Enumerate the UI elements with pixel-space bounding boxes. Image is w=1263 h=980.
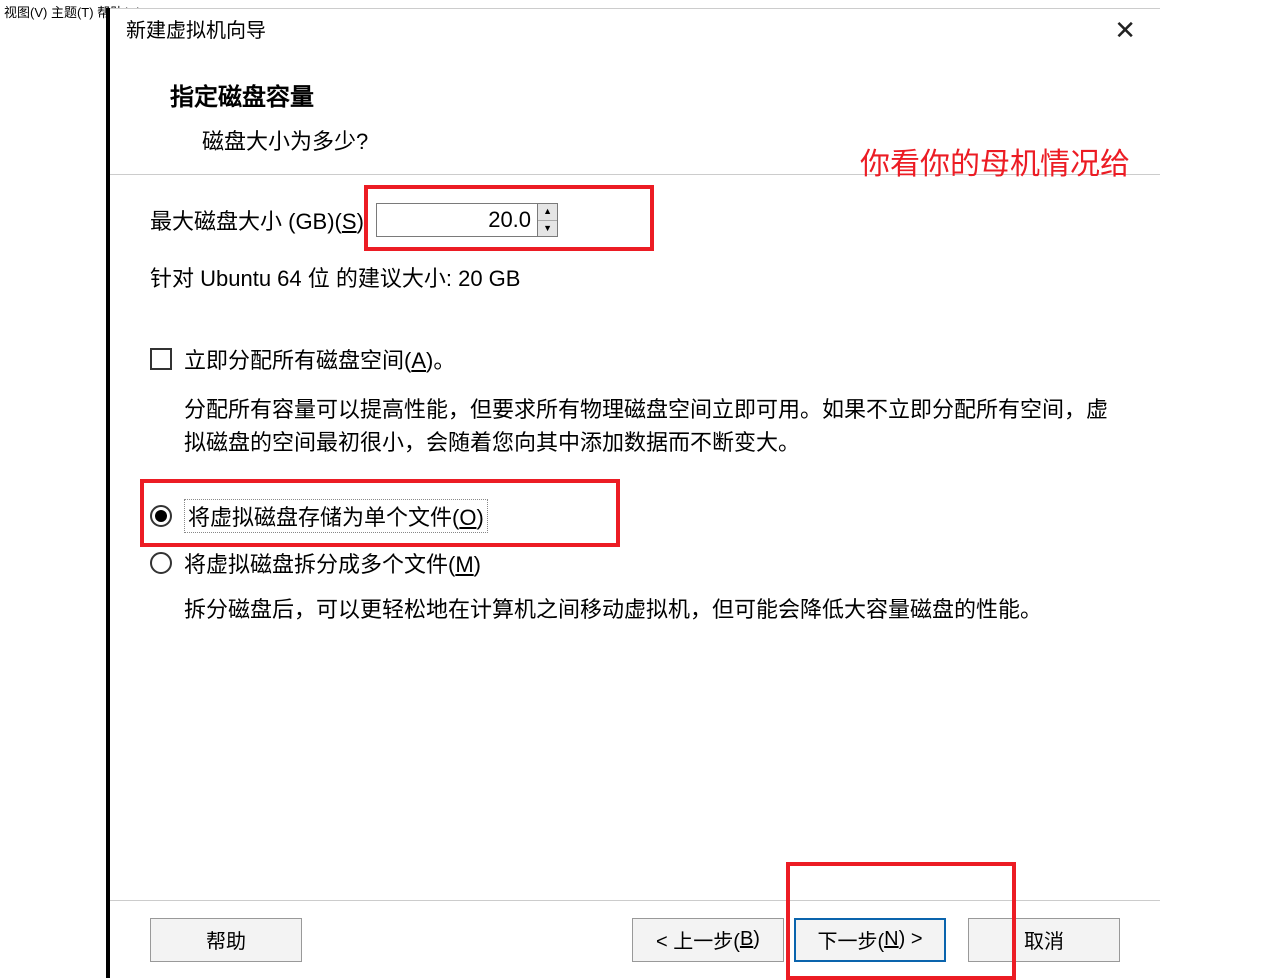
allocate-now-checkbox[interactable] (150, 348, 172, 370)
store-single-file-row: 将虚拟磁盘存储为单个文件(O) (150, 499, 1120, 533)
titlebar: 新建虚拟机向导 ✕ (110, 9, 1160, 47)
max-disk-size-label: 最大磁盘大小 (GB)(S): (150, 204, 370, 236)
store-single-file-radio[interactable] (150, 505, 172, 527)
split-files-description: 拆分磁盘后，可以更轻松地在计算机之间移动虚拟机，但可能会降低大容量磁盘的性能。 (150, 593, 1120, 626)
spinner-up-icon[interactable]: ▲ (538, 204, 557, 221)
annotation-text: 你看你的母机情况给 (860, 139, 1130, 183)
back-button[interactable]: < 上一步(B) (632, 918, 784, 962)
disk-size-input[interactable] (377, 204, 537, 236)
max-disk-size-row: 最大磁盘大小 (GB)(S): ▲ ▼ (150, 203, 1120, 237)
store-split-files-label: 将虚拟磁盘拆分成多个文件(M) (184, 547, 481, 579)
window-title: 新建虚拟机向导 (126, 14, 266, 43)
store-split-files-row: 将虚拟磁盘拆分成多个文件(M) (150, 547, 1120, 579)
allocate-now-row: 立即分配所有磁盘空间(A)。 (150, 343, 1120, 375)
store-single-file-label: 将虚拟磁盘存储为单个文件(O) (184, 499, 488, 533)
wizard-content: 最大磁盘大小 (GB)(S): ▲ ▼ 针对 Ubuntu 64 位 的建议大小… (110, 175, 1160, 686)
help-button[interactable]: 帮助 (150, 918, 302, 962)
close-icon[interactable]: ✕ (1114, 15, 1136, 46)
disk-size-spinner: ▲ ▼ (376, 203, 558, 237)
spinner-down-icon[interactable]: ▼ (538, 221, 557, 237)
next-button[interactable]: 下一步(N) > (794, 918, 946, 962)
wizard-footer: 帮助 < 上一步(B) 下一步(N) > 取消 (110, 900, 1160, 978)
storage-type-group: 将虚拟磁盘存储为单个文件(O) 将虚拟磁盘拆分成多个文件(M) (150, 499, 1120, 579)
store-split-files-radio[interactable] (150, 552, 172, 574)
allocate-now-label: 立即分配所有磁盘空间(A)。 (184, 343, 455, 375)
recommended-size-text: 针对 Ubuntu 64 位 的建议大小: 20 GB (150, 261, 1120, 293)
page-title: 指定磁盘容量 (170, 77, 1120, 112)
cancel-button[interactable]: 取消 (968, 918, 1120, 962)
wizard-header: 指定磁盘容量 磁盘大小为多少? 你看你的母机情况给 (110, 47, 1160, 175)
allocate-now-description: 分配所有容量可以提高性能，但要求所有物理磁盘空间立即可用。如果不立即分配所有空间… (150, 393, 1120, 459)
wizard-dialog: 新建虚拟机向导 ✕ 指定磁盘容量 磁盘大小为多少? 你看你的母机情况给 最大磁盘… (110, 8, 1160, 978)
